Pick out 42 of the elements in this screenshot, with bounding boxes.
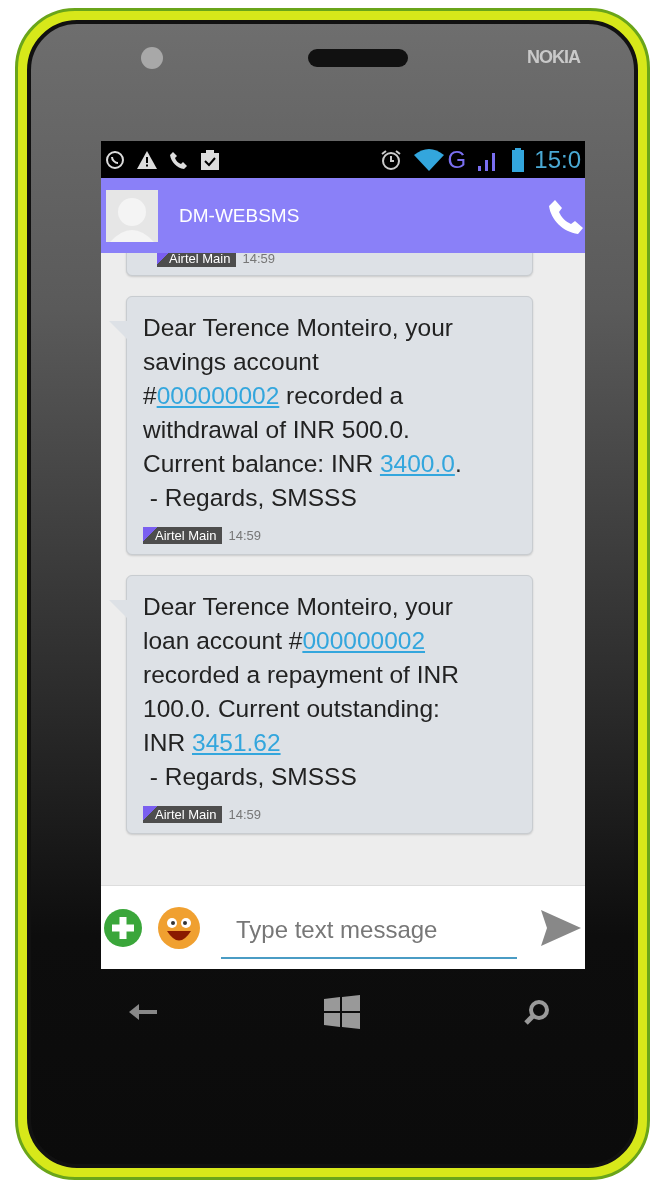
sim-label: Airtel Main xyxy=(143,527,223,544)
search-icon[interactable] xyxy=(524,998,550,1025)
network-type: G xyxy=(447,145,467,174)
speaker-icon xyxy=(308,48,408,67)
message-time: 14:59 xyxy=(228,528,261,543)
windows-icon[interactable] xyxy=(323,994,360,1029)
sim-label: Airtel Main xyxy=(157,253,237,267)
message-line: - Regards, SMSSS xyxy=(148,762,358,792)
back-icon[interactable] xyxy=(129,1001,159,1022)
message-line: INR 3451.62 xyxy=(143,728,282,758)
alarm-clock-icon xyxy=(379,148,402,171)
brand-logo: NOKIA xyxy=(527,47,580,68)
message-line: #000000002 recorded a xyxy=(143,381,405,411)
message-line: - Regards, SMSSS xyxy=(148,483,358,513)
wifi-icon xyxy=(413,148,444,171)
message-time: 14:59 xyxy=(242,253,275,266)
message-line: loan account #000000002 xyxy=(143,626,426,656)
contact-name: DM-WEBSMS xyxy=(179,204,300,227)
message-line: withdrawal of INR 500.0. xyxy=(143,415,411,445)
add-icon[interactable] xyxy=(103,907,143,948)
message-line: 100.0. Current outstanding: xyxy=(143,694,441,724)
clipboard-check-icon xyxy=(201,149,219,170)
message-line: savings account xyxy=(143,347,320,377)
avatar-icon xyxy=(106,189,158,242)
message-line: Dear Terence Monteiro, your xyxy=(143,313,455,343)
phone-call-icon xyxy=(169,149,189,170)
sensor-icon xyxy=(141,46,163,69)
sim-label: Airtel Main xyxy=(143,806,223,823)
warning-icon xyxy=(137,150,157,169)
message-link[interactable]: 3451.62 xyxy=(192,729,281,756)
smiley-icon[interactable] xyxy=(157,905,201,950)
message-line: recorded a repayment of INR xyxy=(143,660,460,690)
status-time: 15:0 xyxy=(534,145,581,174)
battery-icon xyxy=(512,147,525,172)
message-input[interactable]: Type text message xyxy=(221,910,517,959)
message-line: Dear Terence Monteiro, your xyxy=(143,592,455,622)
message-link[interactable]: 000000002 xyxy=(156,382,280,409)
send-icon[interactable] xyxy=(541,907,581,948)
message-link[interactable]: 000000002 xyxy=(302,627,425,654)
message-time: 14:59 xyxy=(228,807,261,822)
message-link[interactable]: 3400.0 xyxy=(379,450,455,477)
message-line: Current balance: INR 3400.0. xyxy=(143,449,463,479)
